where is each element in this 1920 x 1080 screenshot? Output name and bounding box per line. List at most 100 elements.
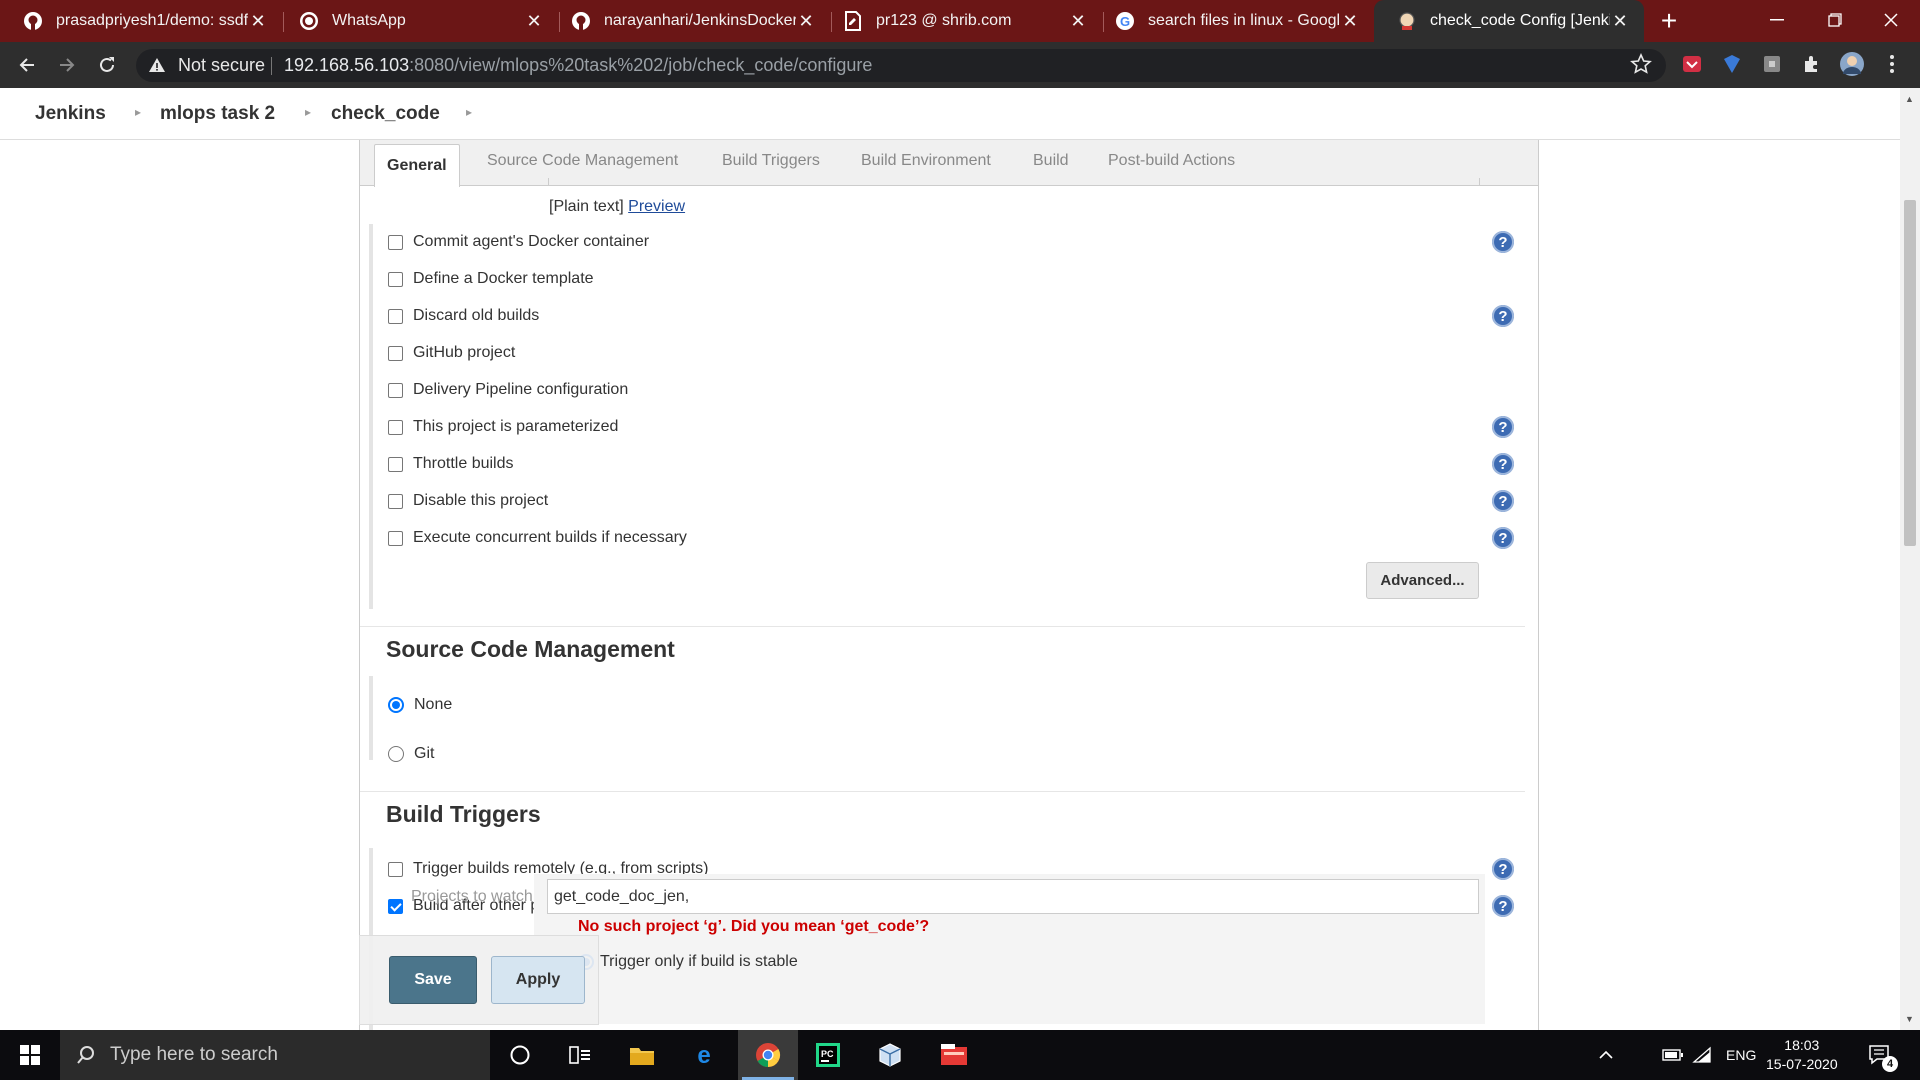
option-define-docker-template[interactable]: Define a Docker template xyxy=(388,267,594,291)
close-tab-icon[interactable]: ✕ xyxy=(1068,11,1088,32)
apply-button[interactable]: Apply xyxy=(491,956,585,1004)
battery-icon[interactable] xyxy=(1662,1030,1684,1080)
extensions-icon[interactable] xyxy=(1798,50,1826,78)
browser-tab[interactable]: WhatsApp ✕ xyxy=(276,0,558,42)
checkbox[interactable] xyxy=(388,493,403,509)
scroll-down-arrow-icon[interactable]: ▼ xyxy=(1905,1014,1914,1024)
checkbox[interactable] xyxy=(388,271,403,287)
breadcrumb-job[interactable]: check_code xyxy=(331,103,440,125)
save-button[interactable]: Save xyxy=(389,956,477,1004)
help-icon[interactable]: ? xyxy=(1492,231,1514,253)
preview-link[interactable]: Preview xyxy=(628,198,685,215)
scm-option-none[interactable]: None xyxy=(388,693,452,717)
profile-avatar[interactable] xyxy=(1838,50,1866,78)
option-parameterized[interactable]: This project is parameterized xyxy=(388,415,618,439)
close-window-button[interactable] xyxy=(1862,0,1920,40)
help-icon[interactable]: ? xyxy=(1492,490,1514,512)
advanced-button[interactable]: Advanced... xyxy=(1366,562,1479,599)
minimize-button[interactable] xyxy=(1748,0,1806,40)
checkbox[interactable] xyxy=(388,530,403,546)
browser-tab[interactable]: prasadpriyesh1/demo: ssdf ✕ xyxy=(0,0,282,42)
checkbox[interactable] xyxy=(388,456,403,472)
notification-count-badge: 4 xyxy=(1882,1056,1898,1072)
taskbar-search[interactable]: Type here to search xyxy=(60,1030,490,1080)
pycharm-icon[interactable]: PC xyxy=(798,1030,858,1080)
radio-button[interactable] xyxy=(388,697,404,713)
url-text[interactable]: 192.168.56.103:8080/view/mlops%20task%20… xyxy=(284,55,872,76)
tab-post-build-actions[interactable]: Post-build Actions xyxy=(1108,152,1235,170)
checkbox[interactable] xyxy=(388,419,403,435)
help-icon[interactable]: ? xyxy=(1492,895,1514,917)
breadcrumb-view[interactable]: mlops task 2 xyxy=(160,103,275,125)
windows-start-icon[interactable] xyxy=(0,1030,60,1080)
reload-button[interactable] xyxy=(92,50,122,80)
help-icon[interactable]: ? xyxy=(1492,453,1514,475)
scrollbar-thumb[interactable] xyxy=(1904,200,1916,546)
restore-button[interactable] xyxy=(1806,0,1864,40)
help-icon[interactable]: ? xyxy=(1492,416,1514,438)
trigger-if-stable-option[interactable]: Trigger only if build is stable xyxy=(578,953,798,971)
close-tab-icon[interactable]: ✕ xyxy=(524,11,544,32)
checkbox[interactable] xyxy=(388,861,403,877)
checkbox[interactable] xyxy=(388,308,403,324)
browser-tab-active[interactable]: check_code Config [Jenkins] ✕ xyxy=(1374,0,1644,42)
breadcrumb-separator[interactable]: ▸ xyxy=(466,105,472,119)
pocket-extension-icon[interactable] xyxy=(1678,50,1706,78)
security-label[interactable]: Not secure xyxy=(178,55,265,76)
breadcrumb-jenkins[interactable]: Jenkins xyxy=(35,103,106,125)
help-icon[interactable]: ? xyxy=(1492,305,1514,327)
tab-build-environment[interactable]: Build Environment xyxy=(861,152,991,170)
clock[interactable]: 18:03 15-07-2020 xyxy=(1766,1030,1838,1080)
cortana-icon[interactable] xyxy=(490,1030,550,1080)
close-tab-icon[interactable]: ✕ xyxy=(1340,11,1360,32)
option-disable-project[interactable]: Disable this project xyxy=(388,489,548,513)
bookmark-star-icon[interactable] xyxy=(1630,53,1652,80)
new-tab-button[interactable]: + xyxy=(1652,4,1686,38)
browser-tab[interactable]: narayanhari/JenkinsDocker_1 ✕ xyxy=(548,0,830,42)
option-commit-docker-container[interactable]: Commit agent's Docker container xyxy=(388,230,649,254)
checkbox-checked[interactable] xyxy=(388,898,403,914)
radio-button[interactable] xyxy=(388,746,404,762)
tab-build[interactable]: Build xyxy=(1033,152,1069,170)
tab-build-triggers[interactable]: Build Triggers xyxy=(722,152,820,170)
address-bar[interactable]: Not secure 192.168.56.103:8080/view/mlop… xyxy=(136,49,1666,82)
option-throttle-builds[interactable]: Throttle builds xyxy=(388,452,514,476)
virtualbox-icon[interactable] xyxy=(860,1030,920,1080)
checkbox[interactable] xyxy=(388,382,403,398)
tray-chevron-icon[interactable] xyxy=(1598,1030,1614,1080)
tab-general[interactable]: General xyxy=(374,144,460,187)
scroll-up-arrow-icon[interactable]: ▲ xyxy=(1905,94,1914,104)
menu-dots-icon[interactable] xyxy=(1878,50,1906,78)
option-github-project[interactable]: GitHub project xyxy=(388,341,515,365)
checkbox[interactable] xyxy=(388,345,403,361)
scm-option-git[interactable]: Git xyxy=(388,742,434,766)
close-tab-icon[interactable]: ✕ xyxy=(248,11,268,32)
projects-to-watch-input[interactable] xyxy=(547,879,1479,914)
option-concurrent-builds[interactable]: Execute concurrent builds if necessary xyxy=(388,526,687,550)
browser-tab[interactable]: G search files in linux - Google ✕ xyxy=(1092,0,1374,42)
puzzle-extension-icon[interactable] xyxy=(1758,50,1786,78)
notification-center-icon[interactable]: 4 xyxy=(1868,1030,1898,1080)
help-icon[interactable]: ? xyxy=(1492,527,1514,549)
close-tab-icon[interactable]: ✕ xyxy=(796,11,816,32)
help-icon[interactable]: ? xyxy=(1492,858,1514,880)
task-view-icon[interactable] xyxy=(550,1030,610,1080)
option-discard-old-builds[interactable]: Discard old builds xyxy=(388,304,539,328)
edge-browser-icon[interactable]: e xyxy=(674,1030,734,1080)
option-delivery-pipeline[interactable]: Delivery Pipeline configuration xyxy=(388,378,628,402)
wifi-icon[interactable] xyxy=(1692,1030,1712,1080)
chrome-icon[interactable] xyxy=(738,1030,798,1080)
tab-source-code-management[interactable]: Source Code Management xyxy=(487,152,678,170)
checkbox[interactable] xyxy=(388,234,403,250)
description-textarea-edge[interactable] xyxy=(548,178,1480,186)
app-icon[interactable] xyxy=(924,1030,984,1080)
file-explorer-icon[interactable] xyxy=(612,1030,672,1080)
close-tab-icon[interactable]: ✕ xyxy=(1610,11,1630,32)
language-indicator[interactable]: ENG xyxy=(1726,1030,1756,1080)
page-scrollbar[interactable]: ▲ ▼ xyxy=(1900,88,1920,1030)
forward-button[interactable] xyxy=(52,50,82,80)
windows-taskbar: Type here to search e PC ENG 18:03 15-07… xyxy=(0,1030,1920,1080)
browser-tab[interactable]: pr123 @ shrib.com ✕ xyxy=(820,0,1102,42)
shield-extension-icon[interactable] xyxy=(1718,50,1746,78)
back-button[interactable] xyxy=(12,50,42,80)
